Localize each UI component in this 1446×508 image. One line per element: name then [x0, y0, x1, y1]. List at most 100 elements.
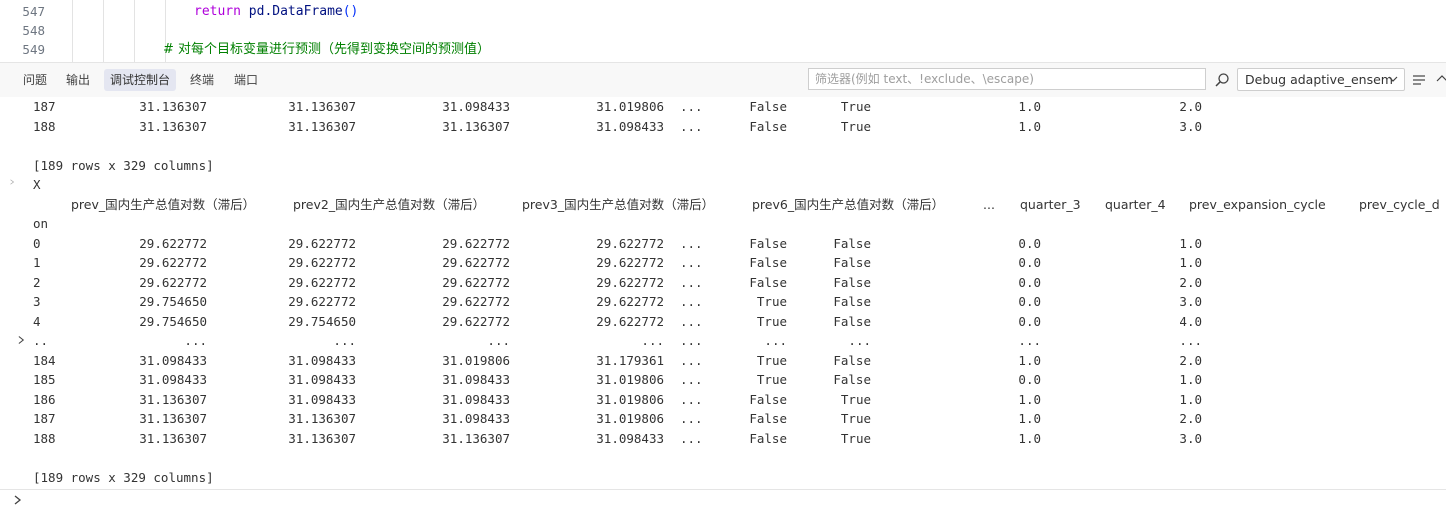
cell: 3.0	[1179, 294, 1202, 309]
cell: 29.622772	[442, 294, 510, 309]
cell: 29.622772	[596, 313, 664, 329]
code-editor[interactable]: 547 return pd.DataFrame() 548 549 # 对每个目标变量进…	[0, 0, 1446, 62]
table-row: 186 31.136307 31.098433 31.098433 31.019806.…	[0, 390, 1446, 410]
cell: True	[840, 411, 871, 426]
panel-tab-bar: 问题 输出 调试控制台 终端 端口 筛选器(例如 text、!exclude、\esca…	[0, 62, 1446, 97]
cell: 2	[33, 274, 41, 290]
cell: 29.622772	[288, 255, 356, 270]
word-wrap-icon[interactable]	[1412, 73, 1426, 87]
code-token: return	[194, 4, 241, 19]
cell: 186	[33, 391, 56, 407]
cell: 31.019806	[596, 99, 664, 114]
cell: 31.098433	[288, 391, 356, 407]
cell: True	[756, 313, 787, 329]
cell: ...	[680, 255, 703, 270]
cell: 2.0	[1179, 411, 1202, 426]
cell: 31.019806	[596, 391, 664, 407]
chevron-right-icon	[14, 495, 22, 505]
cell: quarter_4	[1105, 196, 1166, 212]
debug-session-label: Debug adaptive_ensem	[1245, 72, 1393, 87]
table-row: 4 29.754650 29.754650 29.622772 29.622772...…	[0, 312, 1446, 332]
cell: 188	[33, 430, 56, 446]
cell: 2.0	[1179, 352, 1202, 368]
cell: on	[33, 216, 49, 231]
table-row: 2 29.622772 29.622772 29.622772 29.622772...…	[0, 273, 1446, 293]
cell: 184	[33, 352, 56, 368]
cell: 3.0	[1179, 430, 1202, 446]
cell: False	[833, 372, 871, 387]
cell: ...	[680, 99, 703, 114]
debug-session-select[interactable]: Debug adaptive_ensem	[1237, 68, 1405, 91]
cell: 29.622772	[596, 274, 664, 290]
table-row: 184 31.098433 31.098433 31.019806 31.179361.…	[0, 351, 1446, 371]
expand-chevron-icon[interactable]	[18, 335, 25, 345]
cell: 1.0	[1179, 235, 1202, 251]
cell: ...	[680, 313, 703, 329]
cell: X	[33, 177, 41, 192]
cell: ...	[680, 333, 703, 348]
tab-2[interactable]: 调试控制台	[104, 69, 177, 91]
cell: True	[840, 391, 871, 407]
cell: 1.0	[1018, 391, 1041, 407]
cell: prev3_国内生产总值对数（滞后）	[522, 196, 715, 212]
cell: 31.136307	[442, 430, 510, 446]
output-arrow-icon	[10, 179, 15, 185]
chevron-up-icon[interactable]	[1436, 73, 1446, 83]
code-line[interactable]: 548	[0, 21, 1446, 40]
cell: 29.622772	[288, 235, 356, 251]
code-text: # 对每个目标变量进行预测（先得到变换空间的预测值）	[163, 40, 490, 59]
code-token: DataFrame	[272, 4, 343, 19]
cell: 31.136307	[288, 118, 356, 134]
cell: 0.0	[1018, 313, 1041, 329]
cell: ..	[33, 333, 49, 348]
cell: 31.136307	[139, 430, 207, 446]
cell: 1.0	[1018, 430, 1041, 446]
tab-3[interactable]: 终端	[184, 69, 220, 91]
tab-1[interactable]: 输出	[60, 69, 96, 91]
cell: False	[833, 255, 871, 270]
cell: False	[749, 411, 787, 426]
cell: 31.098433	[442, 411, 510, 426]
cell: False	[749, 430, 787, 446]
cell: False	[833, 313, 871, 329]
console-filter-input[interactable]: 筛选器(例如 text、!exclude、\escape)	[808, 68, 1206, 90]
table-row: 3 29.754650 29.622772 29.622772 29.622772...…	[0, 292, 1446, 312]
cell: 0.0	[1018, 274, 1041, 290]
cell: 1.0	[1179, 372, 1202, 387]
cell: ...	[680, 294, 703, 309]
cell: 31.136307	[288, 411, 356, 426]
cell: 31.098433	[442, 391, 510, 407]
cell: 1	[33, 255, 41, 270]
cell: 29.622772	[442, 274, 510, 290]
console-input[interactable]	[0, 489, 1446, 508]
cell: 29.622772	[442, 255, 510, 270]
cell: ...	[680, 391, 703, 407]
cell: ...	[680, 352, 703, 368]
code-line[interactable]: 547 return pd.DataFrame()	[0, 2, 1446, 21]
search-icon[interactable]	[1214, 72, 1230, 88]
chevron-down-icon	[1388, 76, 1398, 82]
cell: 31.098433	[596, 118, 664, 134]
table-row: 188 31.136307 31.136307 31.136307 31.098433.…	[0, 117, 1446, 137]
variable-line: X	[0, 175, 1446, 195]
tab-4[interactable]: 端口	[228, 69, 264, 91]
index-label-row: on	[0, 214, 1446, 234]
cell: True	[840, 118, 871, 134]
cell: 2.0	[1179, 99, 1202, 114]
cell: 2.0	[1179, 274, 1202, 290]
cell: 0.0	[1018, 294, 1041, 309]
cell: 187	[33, 411, 56, 426]
cell: ...	[487, 333, 510, 348]
cell: 1.0	[1018, 118, 1041, 134]
cell: False	[749, 235, 787, 251]
cell: 4	[33, 313, 41, 329]
cell: ...	[1018, 333, 1041, 348]
cell: 31.019806	[442, 352, 510, 368]
cell: 4.0	[1179, 313, 1202, 329]
code-token: pd.	[240, 4, 273, 19]
cell: 31.098433	[139, 352, 207, 368]
cell: ...	[680, 235, 703, 251]
cell: ...	[1179, 333, 1202, 348]
tab-0[interactable]: 问题	[17, 69, 53, 91]
code-line[interactable]: 549 # 对每个目标变量进行预测（先得到变换空间的预测值）	[0, 40, 1446, 59]
